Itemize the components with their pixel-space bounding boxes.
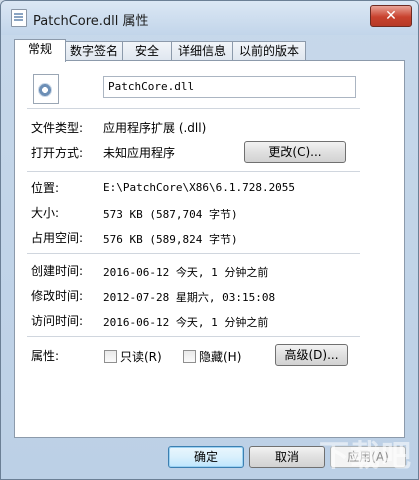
file-icon xyxy=(11,9,27,27)
disk-size-value: 576 KB (589,824 字节) xyxy=(103,233,238,246)
divider xyxy=(27,108,360,109)
advanced-button[interactable]: 高级(D)... xyxy=(275,344,348,366)
accessed-label: 访问时间: xyxy=(31,314,84,328)
hidden-label[interactable]: 隐藏(H) xyxy=(199,348,241,365)
divider xyxy=(27,253,360,254)
readonly-label[interactable]: 只读(R) xyxy=(120,348,162,365)
location-label: 位置: xyxy=(31,181,60,195)
file-name-field[interactable]: PatchCore.dll xyxy=(103,76,356,98)
change-button[interactable]: 更改(C)... xyxy=(244,141,346,163)
file-type-label: 文件类型: xyxy=(31,121,84,135)
cancel-button[interactable]: 取消 xyxy=(249,446,325,468)
size-label: 大小: xyxy=(31,206,60,220)
modified-label: 修改时间: xyxy=(31,289,84,303)
hidden-checkbox[interactable] xyxy=(183,350,196,363)
tab-digital-signature[interactable]: 数字签名 xyxy=(65,41,123,61)
accessed-value: 2016-06-12 今天, 1 分钟之前 xyxy=(103,316,269,329)
close-button[interactable]: ✕ xyxy=(370,5,412,27)
title-bar: PatchCore.dll 属性 ✕ xyxy=(1,1,418,35)
divider xyxy=(27,336,360,337)
tab-details[interactable]: 详细信息 xyxy=(171,41,233,61)
readonly-checkbox[interactable] xyxy=(104,350,117,363)
opens-with-value: 未知应用程序 xyxy=(103,146,176,160)
location-value: E:\PatchCore\X86\6.1.728.2055 xyxy=(103,181,296,194)
properties-window: PatchCore.dll 属性 ✕ 常规 数字签名 安全 详细信息 以前的版本… xyxy=(0,0,419,480)
tab-general[interactable]: 常规 xyxy=(14,39,66,62)
created-label: 创建时间: xyxy=(31,264,84,278)
created-value: 2016-06-12 今天, 1 分钟之前 xyxy=(103,266,269,279)
general-panel: PatchCore.dll 文件类型: 应用程序扩展 (.dll) 打开方式: … xyxy=(14,60,405,438)
file-type-value: 应用程序扩展 (.dll) xyxy=(103,121,207,135)
opens-with-label: 打开方式: xyxy=(31,146,84,160)
dll-file-icon xyxy=(33,74,59,104)
disk-size-label: 占用空间: xyxy=(31,231,84,245)
attributes-label: 属性: xyxy=(31,349,60,363)
window-title: PatchCore.dll 属性 xyxy=(33,14,149,29)
tab-previous-versions[interactable]: 以前的版本 xyxy=(232,41,306,61)
divider xyxy=(27,171,360,172)
modified-value: 2012-07-28 星期六, 03:15:08 xyxy=(103,291,276,304)
ok-button[interactable]: 确定 xyxy=(168,446,244,468)
size-value: 573 KB (587,704 字节) xyxy=(103,208,238,221)
tab-security[interactable]: 安全 xyxy=(122,41,172,61)
watermark: 下载吧 xyxy=(319,439,412,474)
